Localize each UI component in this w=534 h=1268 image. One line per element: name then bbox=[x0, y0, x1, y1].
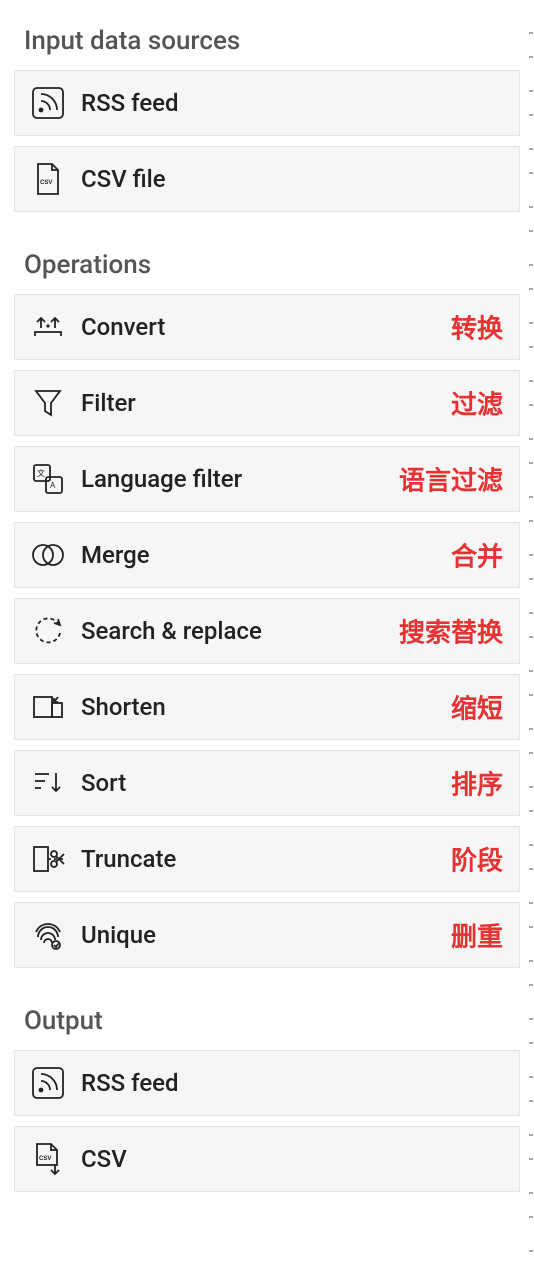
card-annotation: 阶段 bbox=[451, 841, 503, 878]
card-label: CSV bbox=[81, 1145, 127, 1173]
card-label: RSS feed bbox=[81, 1069, 179, 1097]
card-label: Shorten bbox=[81, 693, 166, 721]
svg-text:文: 文 bbox=[37, 468, 45, 478]
translate-icon: 文 A bbox=[15, 461, 81, 497]
card-input-rss[interactable]: RSS feed bbox=[14, 70, 520, 136]
card-label: Filter bbox=[81, 389, 136, 417]
group-output: RSS feed CSV CSV bbox=[14, 1050, 520, 1192]
venn-icon bbox=[15, 537, 81, 573]
card-annotation: 转换 bbox=[451, 309, 503, 346]
card-op-unique[interactable]: Unique 删重 bbox=[14, 902, 520, 968]
sort-icon bbox=[15, 765, 81, 801]
card-label: CSV file bbox=[81, 165, 166, 193]
svg-text:CSV: CSV bbox=[40, 180, 52, 186]
card-input-csv[interactable]: CSV CSV file bbox=[14, 146, 520, 212]
card-op-sort[interactable]: Sort 排序 bbox=[14, 750, 520, 816]
card-output-rss[interactable]: RSS feed bbox=[14, 1050, 520, 1116]
card-annotation: 搜索替换 bbox=[399, 613, 503, 650]
card-label: Search & replace bbox=[81, 617, 262, 645]
group-input: RSS feed CSV CSV file bbox=[14, 70, 520, 212]
card-op-convert[interactable]: Convert 转换 bbox=[14, 294, 520, 360]
file-csv-download-icon: CSV bbox=[15, 1141, 81, 1177]
shrink-icon bbox=[15, 689, 81, 725]
svg-text:CSV: CSV bbox=[39, 1156, 51, 1162]
card-op-search-replace[interactable]: Search & replace 搜索替换 bbox=[14, 598, 520, 664]
card-op-language-filter[interactable]: 文 A Language filter 语言过滤 bbox=[14, 446, 520, 512]
card-annotation: 删重 bbox=[451, 917, 503, 954]
page: Input data sources RSS feed CSV bbox=[0, 0, 534, 1208]
refresh-icon bbox=[15, 613, 81, 649]
card-annotation: 合并 bbox=[451, 537, 503, 574]
card-annotation: 过滤 bbox=[451, 385, 503, 422]
rss-icon bbox=[15, 85, 81, 121]
card-label: Convert bbox=[81, 313, 165, 341]
ruler-decoration bbox=[529, 0, 533, 1268]
section-title-input: Input data sources bbox=[24, 26, 520, 56]
card-output-csv[interactable]: CSV CSV bbox=[14, 1126, 520, 1192]
section-title-operations: Operations bbox=[24, 250, 520, 280]
file-csv-icon: CSV bbox=[15, 161, 81, 197]
card-op-merge[interactable]: Merge 合并 bbox=[14, 522, 520, 588]
card-annotation: 排序 bbox=[451, 765, 503, 802]
card-label: Truncate bbox=[81, 845, 176, 873]
group-operations: Convert 转换 Filter 过滤 文 A Language fil bbox=[14, 294, 520, 968]
fingerprint-icon bbox=[15, 917, 81, 953]
scissors-icon bbox=[15, 841, 81, 877]
funnel-icon bbox=[15, 385, 81, 421]
card-op-shorten[interactable]: Shorten 缩短 bbox=[14, 674, 520, 740]
svg-text:A: A bbox=[50, 481, 56, 490]
rss-icon bbox=[15, 1065, 81, 1101]
card-annotation: 语言过滤 bbox=[399, 461, 503, 498]
card-annotation: 缩短 bbox=[451, 689, 503, 726]
card-label: Sort bbox=[81, 769, 126, 797]
convert-icon bbox=[15, 309, 81, 345]
card-label: Unique bbox=[81, 921, 156, 949]
section-title-output: Output bbox=[24, 1006, 520, 1036]
card-op-filter[interactable]: Filter 过滤 bbox=[14, 370, 520, 436]
card-label: Merge bbox=[81, 541, 150, 569]
card-label: Language filter bbox=[81, 465, 242, 493]
card-label: RSS feed bbox=[81, 89, 179, 117]
card-op-truncate[interactable]: Truncate 阶段 bbox=[14, 826, 520, 892]
